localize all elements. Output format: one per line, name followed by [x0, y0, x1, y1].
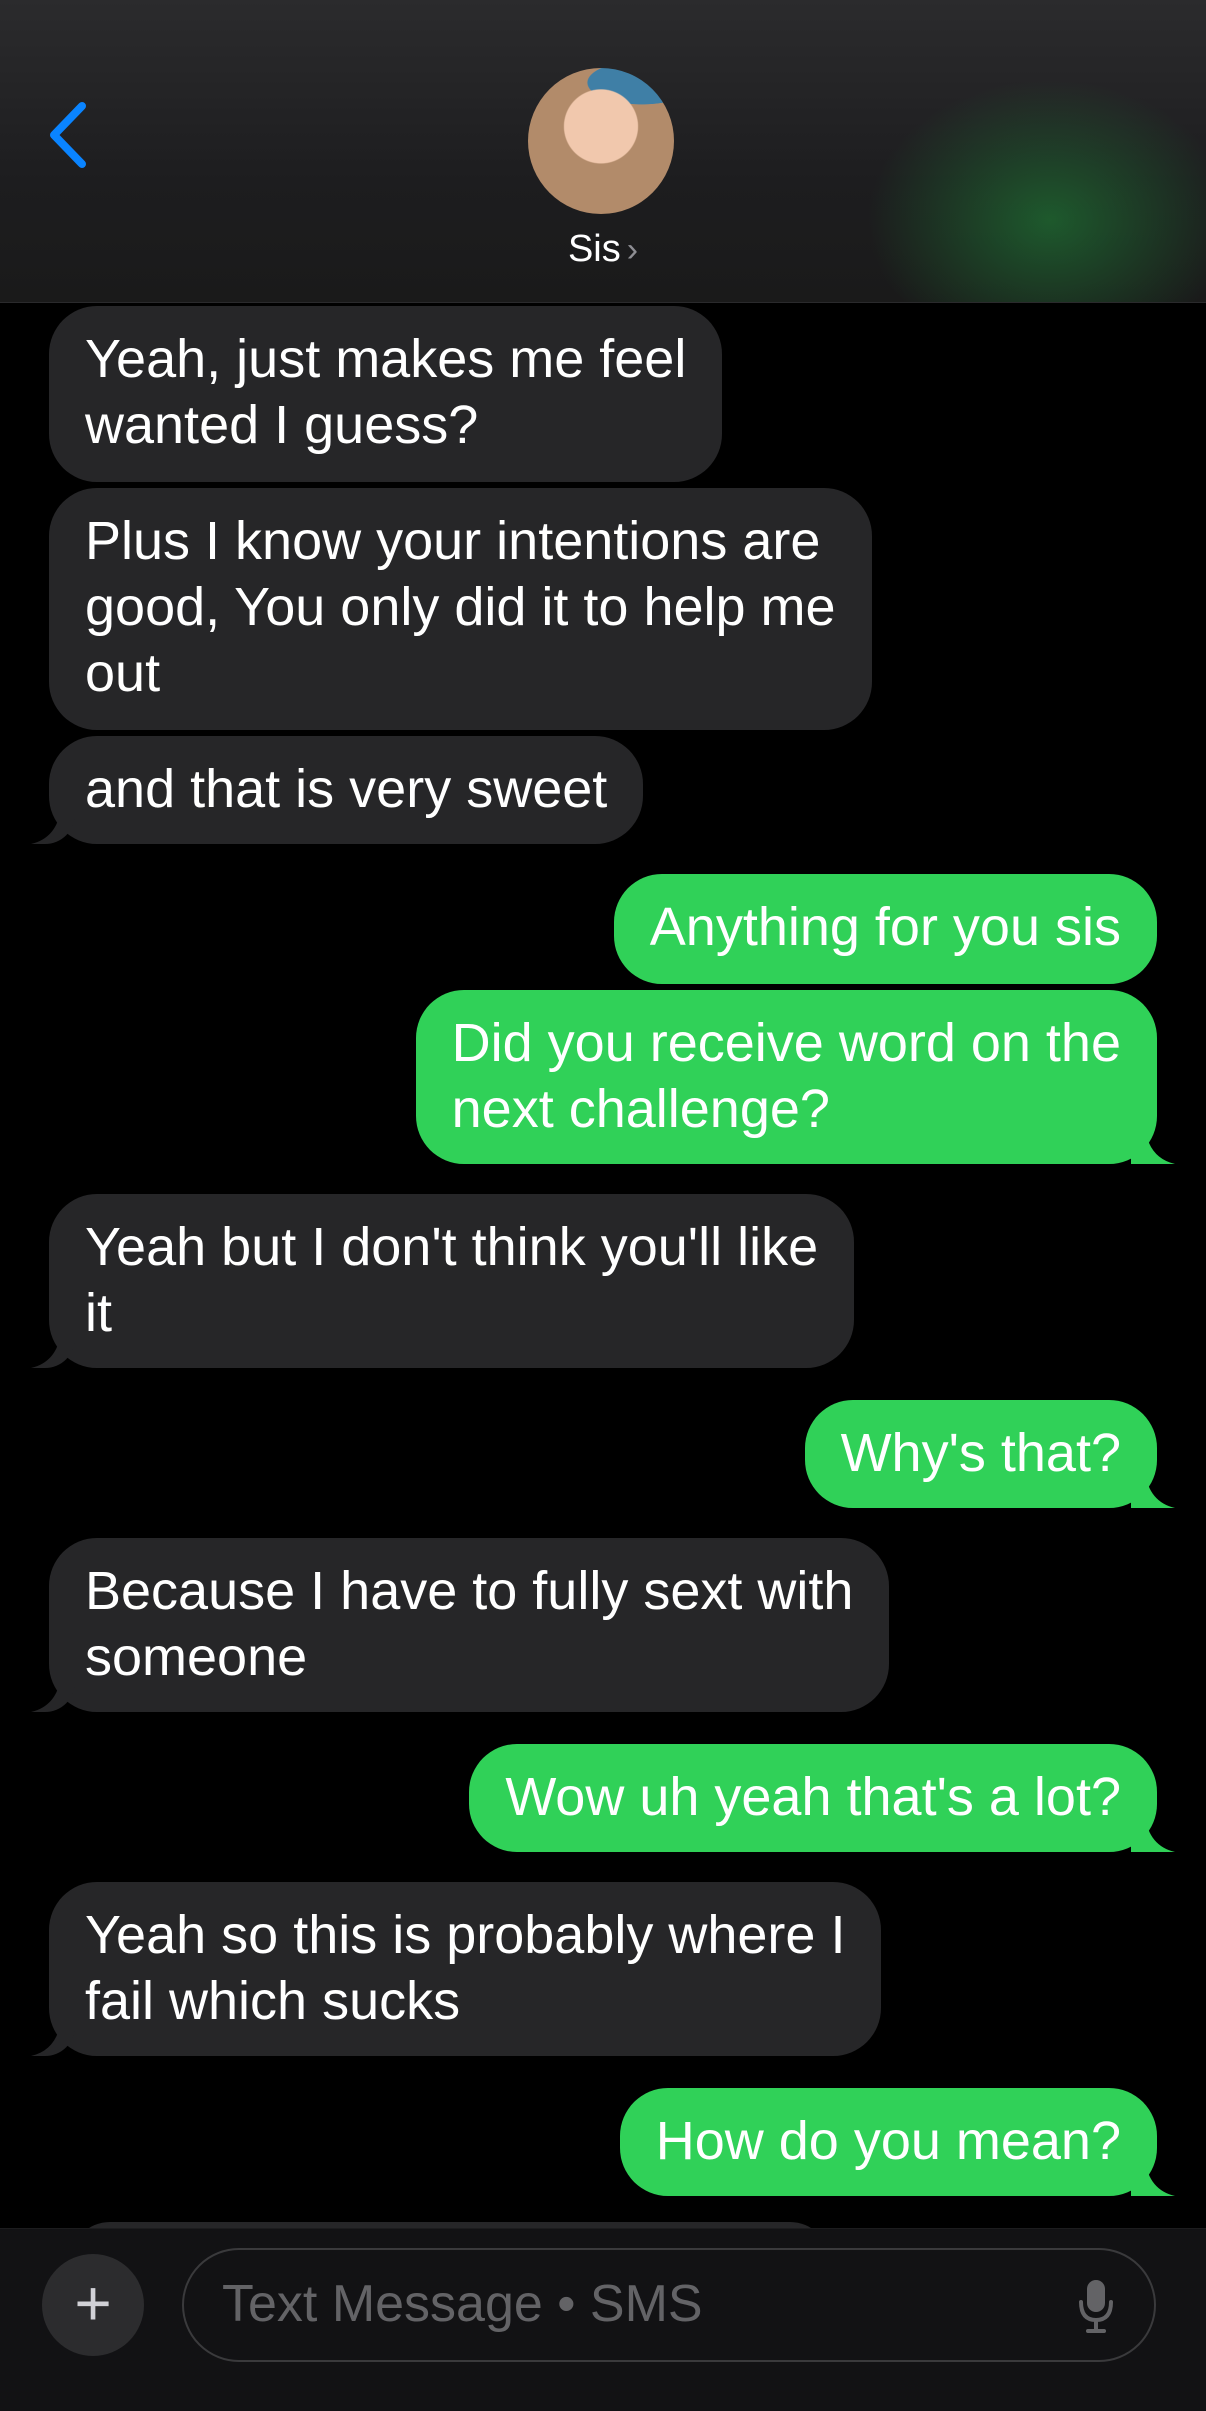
contact-name: Sis: [567, 228, 621, 270]
message-bubble-incoming[interactable]: Because I have to fully sext with someon…: [49, 1538, 890, 1712]
chevron-right-icon: ›: [626, 231, 639, 269]
message-bubble-incoming[interactable]: Plus I know your intentions are good, Yo…: [49, 488, 872, 730]
message-bubble-outgoing[interactable]: Wow uh yeah that's a lot?: [469, 1744, 1157, 1852]
message-bubble-incoming[interactable]: and that is very sweet: [49, 736, 644, 844]
message-bubble-outgoing[interactable]: Anything for you sis: [613, 874, 1157, 984]
message-bubble-incoming[interactable]: Yeah but I don't think you'll like it: [49, 1194, 855, 1368]
message-input[interactable]: Text Message • SMS: [182, 2248, 1156, 2362]
microphone-icon[interactable]: [1078, 2278, 1114, 2334]
message-bubble-outgoing[interactable]: How do you mean?: [619, 2088, 1157, 2196]
plus-button[interactable]: +: [42, 2254, 144, 2356]
message-bubble-incoming[interactable]: Yeah, just makes me feel wanted I guess?: [49, 306, 723, 482]
message-bubble-outgoing[interactable]: Did you receive word on the next challen…: [415, 990, 1157, 1164]
message-bubble-outgoing[interactable]: Why's that?: [804, 1400, 1157, 1508]
chevron-left-icon: [50, 102, 86, 168]
conversation-header: Sis ›: [0, 0, 1206, 303]
message-input-placeholder: Text Message • SMS: [222, 2275, 703, 2333]
back-button[interactable]: [44, 100, 94, 170]
contact-name-button[interactable]: Sis ›: [0, 228, 1206, 271]
message-bubble-incoming[interactable]: Yeah so this is probably where I fail wh…: [49, 1882, 882, 2056]
contact-avatar[interactable]: [528, 68, 674, 214]
